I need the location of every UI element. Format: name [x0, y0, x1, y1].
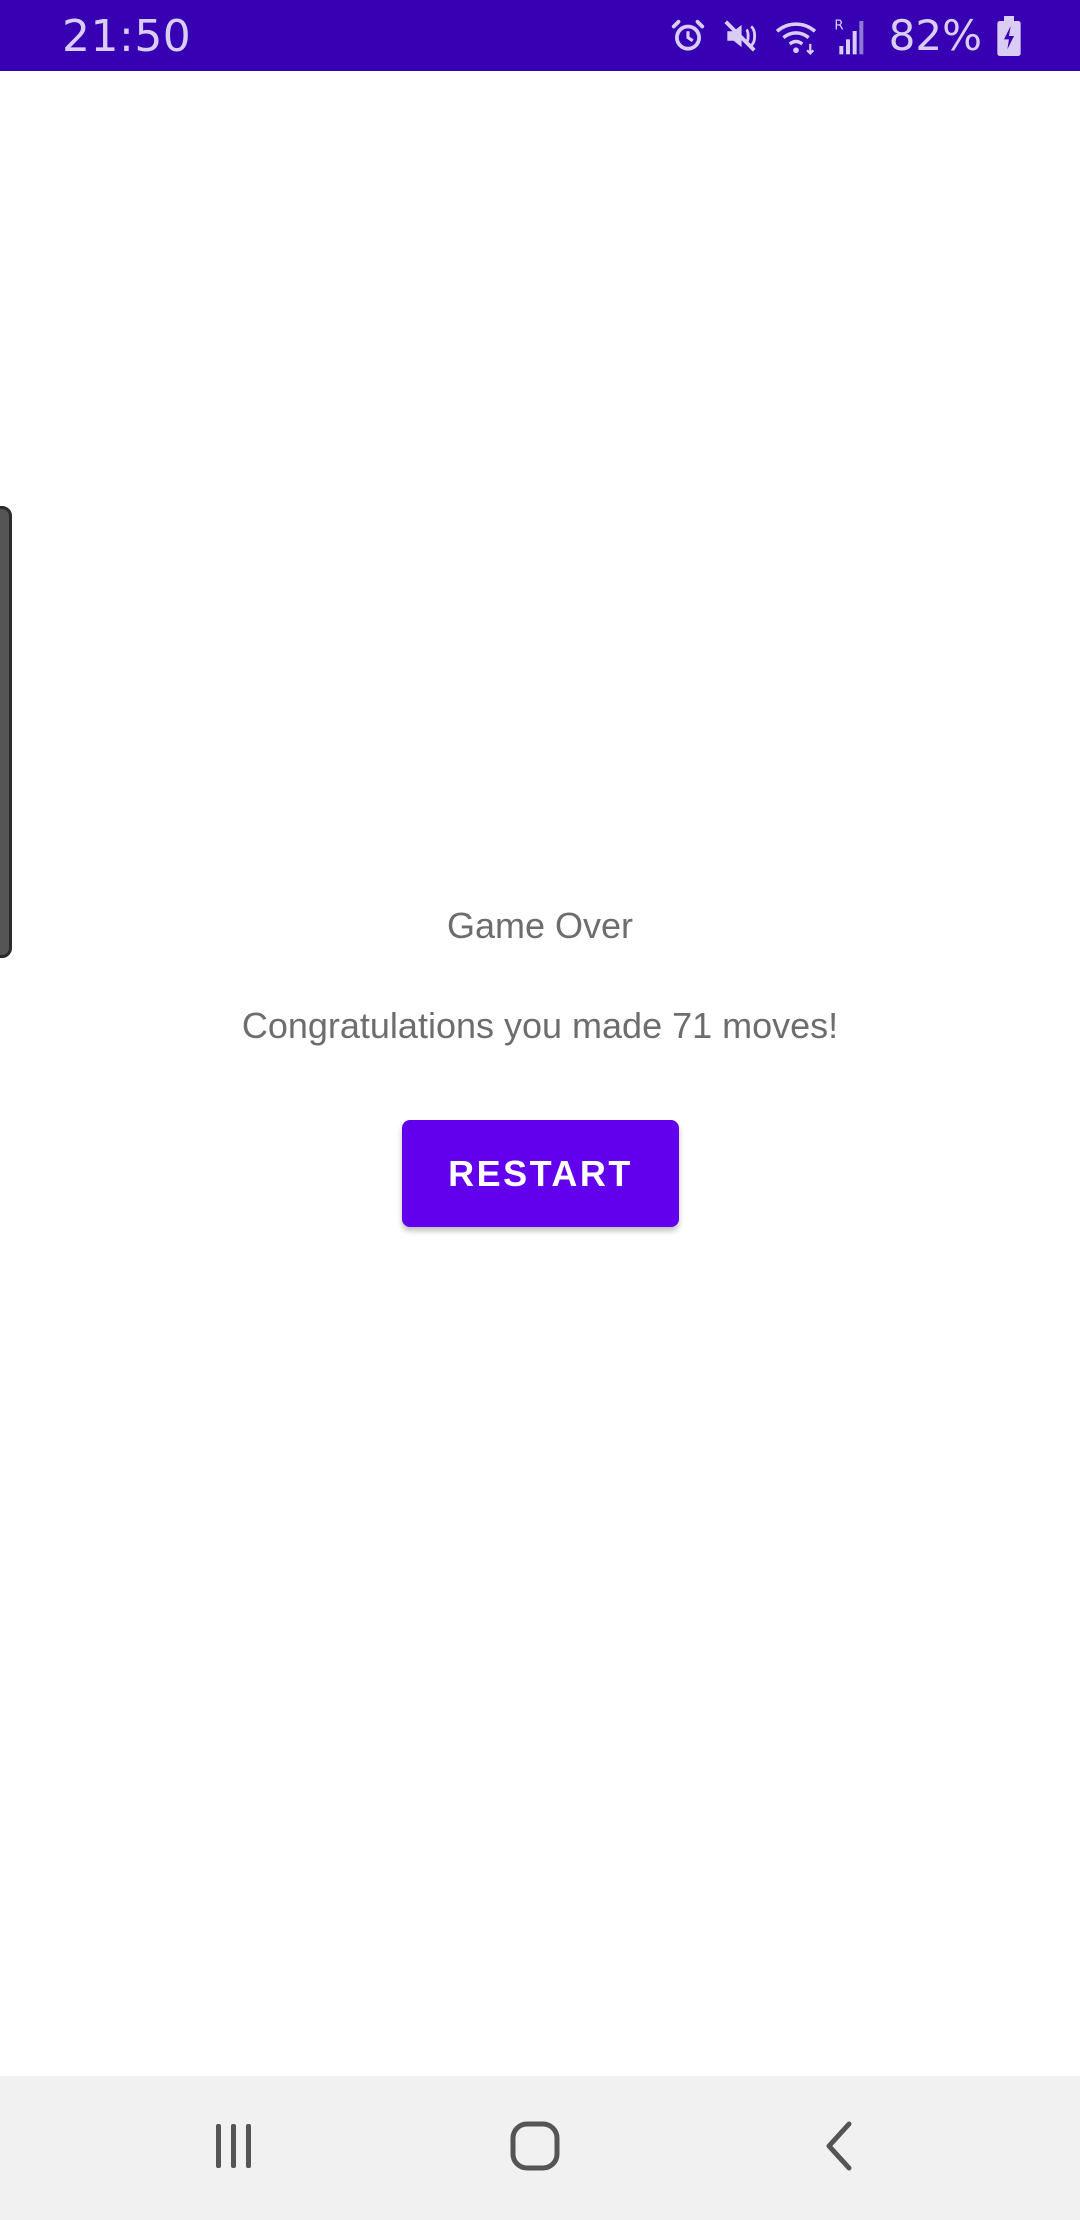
back-icon — [821, 2120, 857, 2177]
back-button[interactable] — [759, 2076, 919, 2220]
status-time: 21:50 — [62, 11, 192, 62]
mute-icon — [721, 17, 759, 55]
wifi-icon — [773, 17, 819, 55]
status-bar: 21:50 R 82% — [0, 0, 1080, 71]
home-button[interactable] — [455, 2076, 615, 2220]
recent-apps-icon — [210, 2122, 258, 2175]
recent-apps-button[interactable] — [154, 2076, 314, 2220]
svg-text:R: R — [834, 18, 843, 33]
navigation-bar — [0, 2076, 1080, 2220]
battery-percentage: 82% — [888, 11, 982, 60]
edge-panel-handle[interactable] — [0, 506, 12, 958]
moves-message: Congratulations you made 71 moves! — [241, 1005, 839, 1046]
home-icon — [509, 2120, 561, 2177]
status-icons: R 82% — [669, 0, 1022, 71]
game-over-title: Game Over — [446, 905, 634, 946]
battery-charging-icon — [996, 15, 1022, 56]
signal-icon: R — [833, 16, 869, 56]
alarm-icon — [669, 17, 707, 55]
restart-button[interactable]: RESTART — [402, 1120, 679, 1227]
